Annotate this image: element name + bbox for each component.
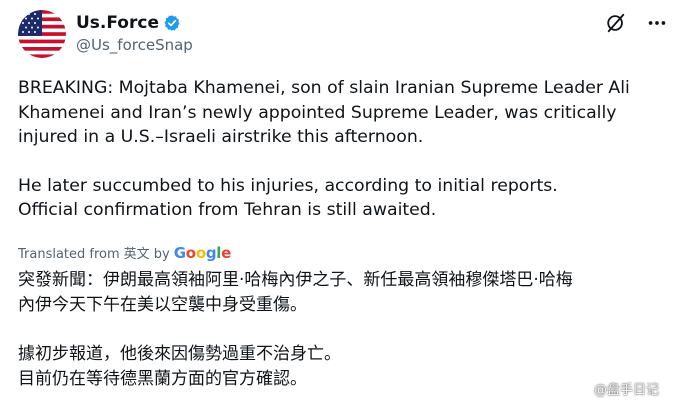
watermark-text: @盘手日记	[593, 382, 659, 398]
tweet-text-translated: 突發新聞：伊朗最高領袖阿里·哈梅內伊之子、新任最高領袖穆傑塔巴·哈梅 內伊今天下…	[18, 268, 663, 392]
tweet-actions-top	[591, 12, 668, 34]
user-handle[interactable]: @Us_forceSnap	[76, 35, 193, 55]
tweet-header: Us.Force @Us_forceSnap	[18, 10, 668, 62]
us-flag-avatar-icon	[18, 10, 66, 58]
display-name[interactable]: Us.Force	[76, 12, 159, 34]
tweet-paragraph: He later succumbed to his injuries, acco…	[18, 175, 558, 221]
translated-paragraph: 據初步報道，他後來因傷勢過重不治身亡。 目前仍在等待德黑蘭方面的官方確認。	[18, 344, 341, 389]
verified-badge-icon	[163, 14, 181, 32]
translation-attribution[interactable]: Translated from 英文 by Google	[18, 244, 231, 264]
user-names: Us.Force @Us_forceSnap	[76, 12, 193, 55]
tweet-text-english: BREAKING: Mojtaba Khamenei, son of slain…	[18, 76, 658, 223]
by-label: by	[153, 247, 170, 262]
translated-paragraph: 突發新聞：伊朗最高領袖阿里·哈梅內伊之子、新任最高領袖穆傑塔巴·哈梅 內伊今天下…	[18, 270, 573, 315]
translated-from-label: Translated from	[18, 247, 120, 262]
google-logo: Google	[173, 244, 231, 262]
weibo-icon	[569, 381, 591, 399]
tweet-paragraph: BREAKING: Mojtaba Khamenei, son of slain…	[18, 78, 630, 147]
grok-icon[interactable]	[605, 12, 627, 34]
watermark: @盘手日记	[569, 379, 659, 400]
avatar[interactable]	[18, 10, 66, 58]
more-options-icon[interactable]	[646, 12, 668, 34]
source-language: 英文	[123, 247, 150, 262]
